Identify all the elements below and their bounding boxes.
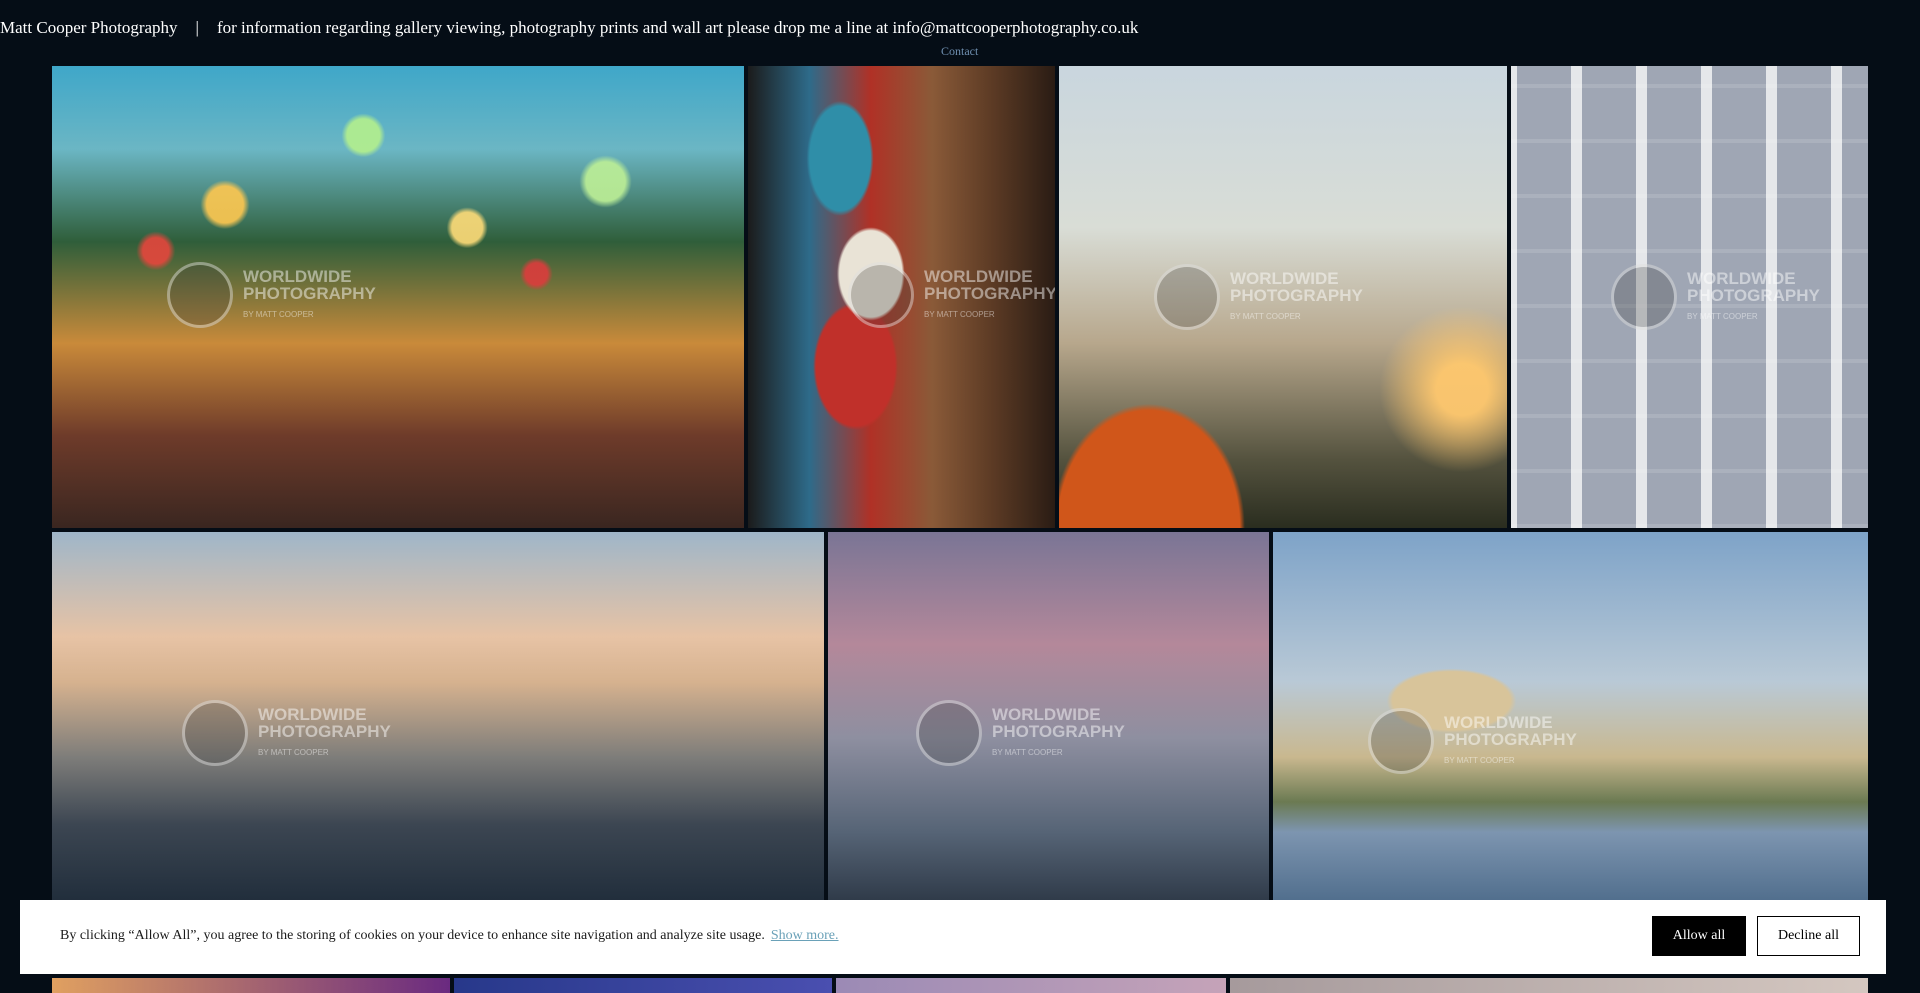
gallery-photo-row3-1[interactable] [52, 978, 450, 993]
gallery-photo-row3-2[interactable] [454, 978, 832, 993]
watermark-logo-icon [1368, 708, 1434, 774]
gallery-photo-bangkok-tower[interactable]: WORLDWIDE PHOTOGRAPHY BY MATT COOPER [828, 532, 1269, 907]
gallery-photo-taipei-skyline[interactable]: WORLDWIDE PHOTOGRAPHY BY MATT COOPER [1059, 66, 1507, 528]
contact-link[interactable]: Contact [941, 44, 978, 59]
watermark: WORLDWIDE PHOTOGRAPHY BY MATT COOPER [182, 700, 391, 766]
watermark-line2: PHOTOGRAPHY [1230, 285, 1363, 305]
site-name[interactable]: Matt Cooper Photography [0, 18, 178, 37]
watermark-line2: PHOTOGRAPHY [243, 283, 376, 303]
watermark-logo-icon [1611, 264, 1677, 330]
cookie-message: By clicking “Allow All”, you agree to th… [60, 928, 765, 943]
watermark-logo-icon [1154, 264, 1220, 330]
watermark-byline: BY MATT COOPER [258, 747, 329, 757]
cookie-message-row: By clicking “Allow All”, you agree to th… [60, 928, 839, 944]
gallery-photo-cafe-building[interactable]: WORLDWIDE PHOTOGRAPHY BY MATT COOPER [1511, 66, 1868, 528]
watermark-line2: PHOTOGRAPHY [1444, 729, 1577, 749]
gallery-photo-row3-4[interactable] [1230, 978, 1868, 993]
watermark-logo-icon [848, 262, 914, 328]
watermark-byline: BY MATT COOPER [1444, 755, 1515, 765]
watermark: WORLDWIDE PHOTOGRAPHY BY MATT COOPER [848, 262, 1055, 328]
watermark-line2: PHOTOGRAPHY [992, 721, 1125, 741]
cookie-banner: By clicking “Allow All”, you agree to th… [20, 900, 1886, 974]
watermark: WORLDWIDE PHOTOGRAPHY BY MATT COOPER [1611, 264, 1820, 330]
watermark-byline: BY MATT COOPER [924, 309, 995, 319]
watermark-line2: PHOTOGRAPHY [1687, 285, 1820, 305]
watermark-byline: BY MATT COOPER [992, 747, 1063, 757]
watermark: WORLDWIDE PHOTOGRAPHY BY MATT COOPER [1154, 264, 1363, 330]
watermark-byline: BY MATT COOPER [1687, 311, 1758, 321]
watermark: WORLDWIDE PHOTOGRAPHY BY MATT COOPER [167, 262, 376, 328]
watermark: WORLDWIDE PHOTOGRAPHY BY MATT COOPER [916, 700, 1125, 766]
watermark-byline: BY MATT COOPER [243, 309, 314, 319]
watermark-line2: PHOTOGRAPHY [258, 721, 391, 741]
gallery-photo-street-art[interactable]: WORLDWIDE PHOTOGRAPHY BY MATT COOPER [748, 66, 1055, 528]
watermark: WORLDWIDE PHOTOGRAPHY BY MATT COOPER [1368, 708, 1577, 774]
gallery-photo-tower-bridge[interactable]: WORLDWIDE PHOTOGRAPHY BY MATT COOPER [52, 532, 824, 907]
watermark-line2: PHOTOGRAPHY [924, 283, 1055, 303]
gallery-photo-lantern-street[interactable]: WORLDWIDE PHOTOGRAPHY BY MATT COOPER [52, 66, 744, 528]
gallery-photo-wat-arun[interactable]: WORLDWIDE PHOTOGRAPHY BY MATT COOPER [1273, 532, 1868, 907]
site-header: Matt Cooper Photography | for information … [0, 18, 1138, 38]
decline-all-button[interactable]: Decline all [1757, 916, 1860, 956]
allow-all-button[interactable]: Allow all [1652, 916, 1746, 956]
watermark-logo-icon [182, 700, 248, 766]
watermark-logo-icon [167, 262, 233, 328]
gallery-photo-row3-3[interactable] [836, 978, 1226, 993]
watermark-byline: BY MATT COOPER [1230, 311, 1301, 321]
watermark-logo-icon [916, 700, 982, 766]
header-separator: | [195, 18, 199, 37]
header-info-text: for information regarding gallery viewin… [216, 18, 1139, 37]
show-more-link[interactable]: Show more. [771, 928, 839, 943]
